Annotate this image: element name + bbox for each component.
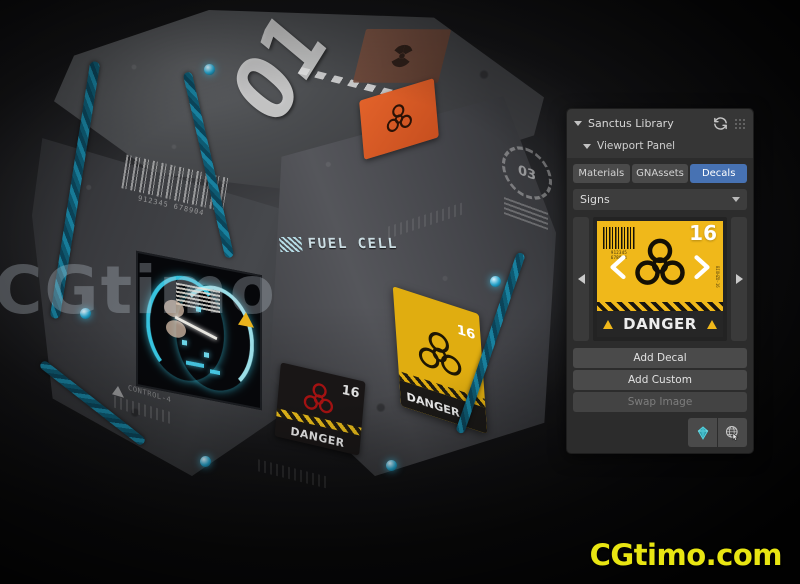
hud-dot-a <box>182 339 187 346</box>
fuel-cell-decal: FUEL CELL <box>278 236 399 252</box>
crate-hud-screen <box>136 250 262 411</box>
crate-bolt-4 <box>386 460 397 471</box>
tab-gnassets[interactable]: GNAssets <box>631 164 689 183</box>
hud-dot-c <box>196 306 201 313</box>
gem-asset-button[interactable] <box>688 418 717 447</box>
crate-bolt-5 <box>200 456 211 467</box>
crate-bolt-2 <box>204 64 215 75</box>
category-dropdown[interactable]: Signs <box>573 189 747 210</box>
radiation-icon <box>391 44 413 68</box>
decal-number: 16 <box>689 221 717 245</box>
globe-cursor-button[interactable] <box>718 418 747 447</box>
decal-side-code: BIOHZD-16 <box>715 266 720 288</box>
panel-icon-buttons[interactable] <box>573 418 747 447</box>
chevron-down-icon[interactable] <box>732 197 740 202</box>
panel-title: Sanctus Library <box>588 117 674 130</box>
arrow-right-icon[interactable] <box>735 274 743 284</box>
drag-grip-icon[interactable] <box>734 117 746 130</box>
red-decal-number: 16 <box>340 382 361 402</box>
screenshot-root: 01 03 912345 678904 FUEL CELL 16 DANGER … <box>0 0 800 584</box>
chevron-right-icon <box>694 254 710 279</box>
crate-model[interactable]: 01 03 912345 678904 FUEL CELL 16 DANGER … <box>18 0 566 518</box>
radiation-sticker <box>352 28 452 84</box>
decal-hazard-stripes <box>597 302 723 311</box>
chevron-down-icon[interactable] <box>583 143 591 149</box>
chevron-down-icon[interactable] <box>574 121 582 126</box>
biohazard-icon <box>635 238 685 285</box>
crate-lower-stripes <box>258 459 328 489</box>
panel-body: Materials GNAssets Decals Signs 912345 6… <box>567 158 753 447</box>
warning-triangle-icon <box>603 319 614 329</box>
prev-decal-button[interactable] <box>573 217 589 341</box>
hud-dot-b <box>204 351 209 358</box>
decal-image: 912345 678904 16 BIOHZD-16 <box>597 221 723 302</box>
category-dropdown-value: Signs <box>580 193 610 206</box>
panel-tabs[interactable]: Materials GNAssets Decals <box>573 164 748 183</box>
decal-caption-bar: DANGER <box>597 311 723 337</box>
add-decal-button[interactable]: Add Decal <box>573 348 747 368</box>
biohazard-icon <box>386 104 412 132</box>
decal-preview[interactable]: 912345 678904 16 BIOHZD-16 DANGER <box>593 217 727 341</box>
watermark-bottom: CGtimo.com <box>589 538 783 572</box>
fuel-cell-hatch-icon <box>278 236 303 252</box>
hud-warning-icon <box>238 310 254 328</box>
refresh-icon[interactable] <box>712 115 729 132</box>
globe-cursor-icon <box>725 425 739 441</box>
crate-seal-number: 03 <box>517 162 537 184</box>
panel-sub-title: Viewport Panel <box>597 140 676 152</box>
decal-preview-row: 912345 678904 16 BIOHZD-16 DANGER <box>573 217 747 341</box>
fuel-cell-label: FUEL CELL <box>306 236 399 252</box>
swap-image-button: Swap Image <box>573 392 747 412</box>
panel-sub-header[interactable]: Viewport Panel <box>567 136 753 158</box>
panel-header[interactable]: Sanctus Library <box>567 109 753 136</box>
arrow-left-icon[interactable] <box>577 274 585 284</box>
chevron-left-icon <box>610 254 626 279</box>
warning-triangle-icon <box>706 319 717 329</box>
gem-asset-icon <box>697 425 708 440</box>
tab-materials[interactable]: Materials <box>573 164 630 183</box>
add-custom-button[interactable]: Add Custom <box>573 370 747 390</box>
crate-bolt-1 <box>80 308 91 319</box>
next-decal-button[interactable] <box>731 217 747 341</box>
tab-decals[interactable]: Decals <box>690 164 748 183</box>
crate-bolt-3 <box>490 276 501 287</box>
sanctus-library-panel[interactable]: Sanctus Library Viewport Panel Materials… <box>566 108 754 454</box>
decal-caption: DANGER <box>623 315 697 333</box>
